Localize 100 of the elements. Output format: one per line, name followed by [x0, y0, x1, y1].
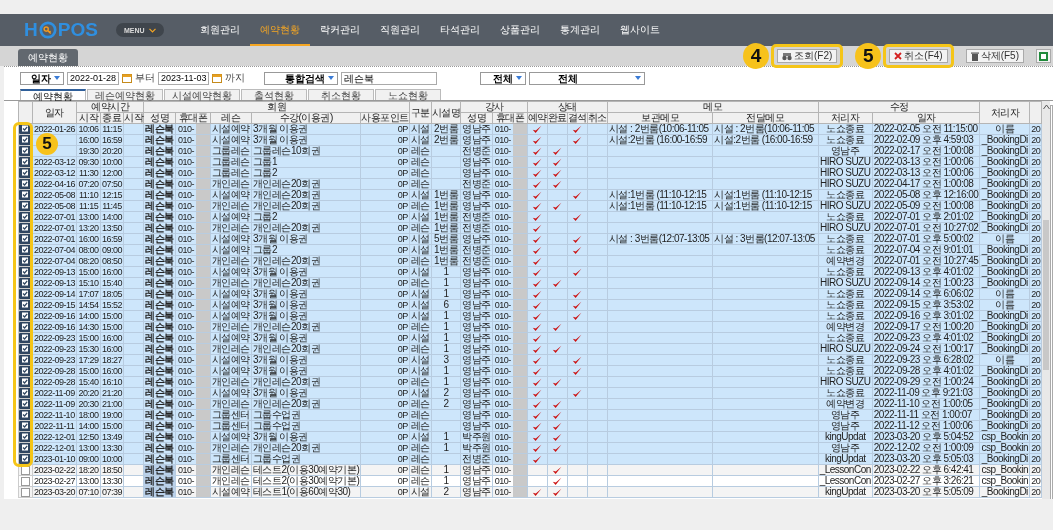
checkbox[interactable] — [19, 421, 32, 431]
column-header[interactable]: 일자 — [32, 101, 77, 124]
checkbox[interactable] — [19, 388, 32, 398]
column-header[interactable]: 수강(이용권) — [251, 112, 361, 124]
redaction-block — [195, 289, 210, 299]
table-cell: 레슨북 — [143, 354, 176, 366]
checkbox[interactable] — [19, 443, 32, 453]
checkbox[interactable] — [19, 289, 32, 299]
column-header[interactable]: 취소 — [587, 112, 608, 124]
column-header[interactable]: 휴대폰 — [175, 112, 211, 124]
calendar-icon[interactable] — [212, 73, 223, 83]
column-header[interactable]: 성명 — [460, 112, 493, 124]
filter-dropdown[interactable]: 전체 — [480, 71, 527, 85]
checkbox[interactable] — [19, 256, 32, 266]
column-header[interactable]: 예약 — [527, 112, 548, 124]
table-cell: 2022-09-16 오후 3:01:02 — [872, 310, 980, 322]
checkbox[interactable] — [19, 190, 32, 200]
excel-button[interactable] — [1036, 49, 1051, 63]
table-cell: 0P — [360, 420, 410, 432]
cancel-button[interactable]: 취소(F4) — [889, 49, 948, 63]
checkbox[interactable] — [19, 344, 32, 354]
checkbox[interactable] — [20, 487, 30, 497]
checkbox[interactable] — [19, 157, 32, 167]
column-header[interactable]: 일자 — [872, 112, 980, 124]
checkbox[interactable] — [19, 146, 32, 156]
checkbox[interactable] — [19, 223, 32, 233]
checkbox[interactable] — [19, 201, 32, 211]
checkbox[interactable] — [19, 135, 32, 145]
column-header[interactable]: 성명 — [143, 112, 176, 124]
date-type-dropdown[interactable]: 일자 — [20, 71, 64, 85]
checkbox[interactable] — [19, 212, 32, 222]
checkbox[interactable] — [19, 267, 32, 277]
column-header[interactable]: 종료 — [100, 112, 124, 124]
search-type-dropdown[interactable]: 통합검색 — [264, 71, 339, 85]
column-header[interactable]: 시작 — [76, 112, 101, 124]
table-cell: 레슨북 — [143, 321, 176, 333]
checkbox[interactable] — [19, 124, 32, 134]
table-cell: _BookingDi — [979, 200, 1030, 212]
checkbox[interactable] — [19, 311, 32, 321]
filter-dropdown[interactable]: 전체 — [529, 71, 646, 85]
checkbox[interactable] — [19, 234, 32, 244]
table-cell: 테스트1(이용60예약30) — [251, 486, 361, 498]
column-header[interactable]: 완료 — [547, 112, 568, 124]
checkbox[interactable] — [20, 465, 30, 475]
column-header[interactable]: 사용포인트 — [360, 112, 410, 124]
checkbox[interactable] — [19, 399, 32, 409]
checkbox[interactable] — [19, 454, 32, 464]
start-date-field[interactable]: 2022-01-28 — [67, 71, 120, 85]
scroll-up-icon[interactable] — [1042, 104, 1050, 110]
nav-menu-item[interactable]: 락커관리 — [309, 14, 370, 46]
checkbox[interactable] — [19, 179, 32, 189]
column-header[interactable]: 처리자 — [818, 112, 873, 124]
column-header[interactable]: 전달메모 — [712, 112, 819, 124]
table-cell: _BookingDi — [979, 222, 1030, 234]
sub-tab[interactable]: 취소현황 — [308, 89, 374, 100]
column-header[interactable]: 결석 — [567, 112, 588, 124]
table-cell: 2022-07-01 오전 10:27:45 — [872, 255, 980, 267]
nav-menu-item[interactable]: 웹사이트 — [609, 14, 670, 46]
checkbox[interactable] — [19, 333, 32, 343]
column-header[interactable]: 시작 — [123, 112, 144, 124]
checkbox[interactable] — [19, 278, 32, 288]
calendar-icon[interactable] — [122, 73, 133, 83]
table-cell: 2022-07-01 — [32, 222, 77, 234]
checkbox[interactable] — [19, 245, 32, 255]
column-header[interactable]: 시설명 — [431, 101, 461, 124]
table-cell: 시설예약 — [210, 266, 252, 278]
sub-tab[interactable]: 레슨예약현황 — [87, 89, 163, 100]
table-cell: kingUpdat — [818, 431, 873, 443]
nav-menu-item[interactable]: 타석관리 — [429, 14, 490, 46]
table-cell: 16:59 — [100, 233, 124, 245]
column-header[interactable]: 처리자 — [979, 101, 1030, 124]
checkbox[interactable] — [19, 410, 32, 420]
end-date-field[interactable]: 2023-11-03 — [158, 71, 210, 85]
scrollbar[interactable] — [1042, 101, 1050, 499]
delete-button[interactable]: 삭제(F5) — [965, 49, 1024, 63]
checkbox[interactable] — [19, 432, 32, 442]
column-header[interactable]: 구분 — [409, 101, 432, 124]
trash-icon — [970, 51, 979, 61]
sub-tab[interactable]: 노쇼현황 — [375, 89, 441, 100]
page-tab[interactable]: 예약현황 — [18, 49, 78, 66]
nav-menu-item[interactable]: 상품관리 — [489, 14, 550, 46]
checkbox[interactable] — [20, 476, 30, 486]
checkbox[interactable] — [19, 366, 32, 376]
checkbox[interactable] — [19, 322, 32, 332]
nav-menu-item[interactable]: 회원관리 — [189, 14, 250, 46]
table-cell-text: 010- — [176, 146, 195, 156]
table-cell: 2022-07-01 — [32, 211, 77, 223]
column-header[interactable]: 보관메모 — [607, 112, 713, 124]
nav-menu-item[interactable]: 통계관리 — [549, 14, 610, 46]
search-field[interactable]: 레슨북 — [341, 71, 438, 85]
checkbox[interactable] — [19, 377, 32, 387]
sub-tab[interactable]: 출석현황 — [241, 89, 307, 100]
checkbox[interactable] — [19, 300, 32, 310]
column-header[interactable]: 레슨 — [210, 112, 252, 124]
nav-menu-item[interactable]: 직원관리 — [369, 14, 430, 46]
checkbox[interactable] — [19, 355, 32, 365]
column-header[interactable]: 휴대폰 — [492, 112, 528, 124]
sub-tab[interactable]: 시설예약현황 — [164, 89, 240, 100]
search-button[interactable]: 조회(F2) — [776, 49, 838, 63]
checkbox[interactable] — [19, 168, 32, 178]
